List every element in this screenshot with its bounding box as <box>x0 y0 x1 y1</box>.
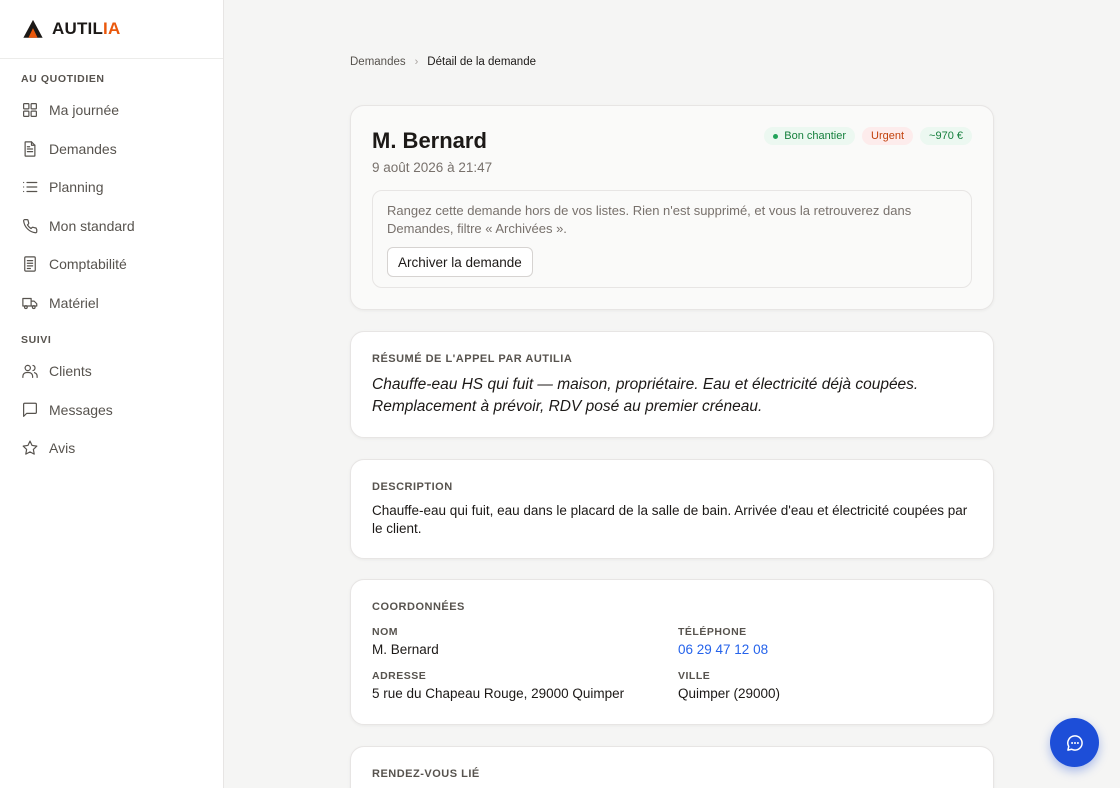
archive-box: Rangez cette demande hors de vos listes.… <box>372 190 972 288</box>
page-title: M. Bernard <box>372 128 487 153</box>
sidebar-item-materiel[interactable]: Matériel <box>0 284 223 323</box>
brand[interactable]: AUTILIA <box>0 0 223 59</box>
request-header-card: M. Bernard 9 août 2026 à 21:47 Bon chant… <box>350 105 994 310</box>
receipt-icon <box>24 256 36 272</box>
sidebar-item-clients[interactable]: Clients <box>0 352 223 391</box>
sidebar-item-label: Ma journée <box>49 102 120 119</box>
sidebar-item-label: Clients <box>49 363 92 380</box>
field-label: Téléphone <box>678 626 747 638</box>
phone-link[interactable]: 06 29 47 12 08 <box>678 642 768 657</box>
section-label-au-quotidien: AU QUOTIDIEN <box>21 73 105 85</box>
message-icon <box>23 402 37 417</box>
users-icon <box>22 365 38 379</box>
coordinates-label: Coordonnées <box>372 601 465 613</box>
coordinates-card: Coordonnées Nom M. Bernard Téléphone 06 … <box>350 579 994 725</box>
price-badge: ~970 € <box>920 127 972 145</box>
address-value: 5 rue du Chapeau Rouge, 29000 Quimper <box>372 686 625 701</box>
sidebar-item-mon-standard[interactable]: Mon standard <box>0 207 223 246</box>
sidebar-item-messages[interactable]: Messages <box>0 391 223 430</box>
sidebar-item-label: Avis <box>49 440 76 457</box>
chat-fab-button[interactable] <box>1050 718 1099 767</box>
breadcrumb-parent-link[interactable]: Demandes <box>350 56 406 68</box>
sidebar: AUTILIA AU QUOTIDIEN Ma journée Demandes… <box>0 0 224 788</box>
chat-bubble-icon <box>1066 734 1083 751</box>
sidebar-item-label: Mon standard <box>49 217 135 234</box>
chevron-right-icon: › <box>414 56 419 68</box>
call-summary-label: Résumé de l'appel par Autilia <box>372 353 573 365</box>
sidebar-item-planning[interactable]: Planning <box>0 168 223 207</box>
client-name-value: M. Bernard <box>372 642 439 657</box>
linked-appointment-card: Rendez-vous lié <box>350 746 994 788</box>
document-icon <box>24 141 36 157</box>
field-label: Adresse <box>372 670 427 682</box>
sidebar-item-avis[interactable]: Avis <box>0 429 223 468</box>
list-icon <box>23 182 38 193</box>
field-nom: Nom M. Bernard <box>372 626 439 657</box>
section-label-suivi: SUIVI <box>21 334 52 346</box>
autilia-logo-icon <box>23 19 43 38</box>
sidebar-item-label: Comptabilité <box>49 256 127 273</box>
sidebar-item-label: Planning <box>49 179 104 196</box>
field-adresse: Adresse 5 rue du Chapeau Rouge, 29000 Qu… <box>372 670 624 701</box>
sidebar-item-label: Messages <box>49 401 113 418</box>
description-text: Chauffe-eau qui fuit, eau dans le placar… <box>372 503 968 536</box>
nav-suivi: Clients Messages Avis <box>0 352 223 468</box>
archive-description: Rangez cette demande hors de vos listes.… <box>387 203 912 236</box>
sidebar-item-label: Matériel <box>49 294 99 311</box>
badge-group: Bon chantier Urgent ~970 € <box>764 127 972 145</box>
truck-icon <box>22 297 38 309</box>
grid-icon <box>23 103 37 118</box>
status-dot-icon <box>773 133 779 139</box>
star-icon <box>22 440 38 455</box>
sidebar-item-ma-journee[interactable]: Ma journée <box>0 91 223 130</box>
field-label: Nom <box>372 626 398 638</box>
sidebar-item-label: Demandes <box>49 140 117 157</box>
sidebar-item-demandes[interactable]: Demandes <box>0 130 223 169</box>
request-date: 9 août 2026 à 21:47 <box>372 160 493 175</box>
field-label: Ville <box>678 670 711 682</box>
description-label: Description <box>372 481 453 493</box>
call-summary-text: Chauffe-eau HS qui fuit — maison, propri… <box>372 376 919 415</box>
status-badge-good-job: Bon chantier <box>764 127 856 145</box>
field-ville: Ville Quimper (29000) <box>678 670 780 701</box>
call-summary-card: Résumé de l'appel par Autilia Chauffe-ea… <box>350 331 994 438</box>
archive-button[interactable]: Archiver la demande <box>387 247 533 277</box>
brand-name: AUTILIA <box>52 19 121 38</box>
field-telephone: Téléphone 06 29 47 12 08 <box>678 626 768 657</box>
breadcrumb: Demandes › Détail de la demande <box>350 56 536 68</box>
nav-au-quotidien: Ma journée Demandes Planning Mon standar… <box>0 91 223 322</box>
sidebar-item-comptabilite[interactable]: Comptabilité <box>0 245 223 284</box>
description-card: Description Chauffe-eau qui fuit, eau da… <box>350 459 994 559</box>
breadcrumb-current: Détail de la demande <box>427 56 536 68</box>
status-badge-urgent: Urgent <box>862 127 914 145</box>
linked-appointment-label: Rendez-vous lié <box>372 768 480 780</box>
city-value: Quimper (29000) <box>678 686 781 701</box>
phone-icon <box>23 218 38 234</box>
